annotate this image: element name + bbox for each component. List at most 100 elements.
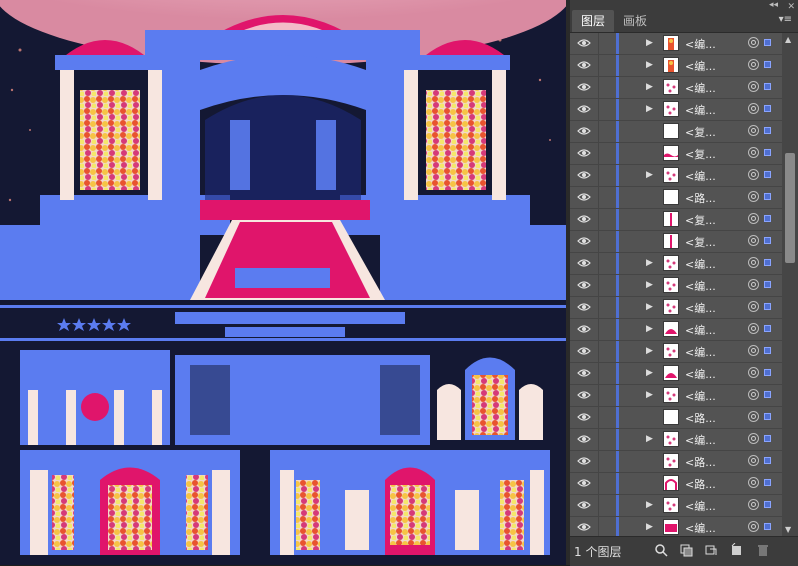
- expand-triangle-icon[interactable]: ▶: [646, 38, 653, 48]
- layer-row[interactable]: <复...: [570, 143, 782, 165]
- target-circle-icon[interactable]: [748, 345, 759, 356]
- close-panel-icon[interactable]: ✕: [787, 2, 795, 12]
- lock-column[interactable]: [598, 451, 599, 472]
- layer-name[interactable]: <编...: [685, 388, 716, 404]
- layer-name[interactable]: <复...: [685, 212, 716, 228]
- layer-name[interactable]: <路...: [685, 454, 716, 470]
- layer-row[interactable]: ▶ <编...: [570, 99, 782, 121]
- layer-row[interactable]: ▶ <编...: [570, 77, 782, 99]
- layer-name[interactable]: <编...: [685, 520, 716, 536]
- visibility-eye-icon[interactable]: [577, 37, 591, 49]
- layer-row[interactable]: <路...: [570, 407, 782, 429]
- layer-name[interactable]: <编...: [685, 168, 716, 184]
- visibility-eye-icon[interactable]: [577, 235, 591, 247]
- lock-column[interactable]: [598, 187, 599, 208]
- visibility-eye-icon[interactable]: [577, 213, 591, 225]
- expand-triangle-icon[interactable]: ▶: [646, 258, 653, 268]
- visibility-eye-icon[interactable]: [577, 389, 591, 401]
- selection-square-icon[interactable]: [764, 501, 771, 508]
- expand-triangle-icon[interactable]: ▶: [646, 434, 653, 444]
- layer-row[interactable]: ▶ <编...: [570, 495, 782, 517]
- target-circle-icon[interactable]: [748, 59, 759, 70]
- layer-name[interactable]: <编...: [685, 366, 716, 382]
- layer-name[interactable]: <编...: [685, 322, 716, 338]
- visibility-eye-icon[interactable]: [577, 367, 591, 379]
- lock-column[interactable]: [598, 77, 599, 98]
- lock-column[interactable]: [598, 275, 599, 296]
- target-circle-icon[interactable]: [748, 323, 759, 334]
- new-layer-icon[interactable]: [729, 543, 743, 557]
- target-circle-icon[interactable]: [748, 455, 759, 466]
- target-circle-icon[interactable]: [748, 235, 759, 246]
- lock-column[interactable]: [598, 341, 599, 362]
- layer-row[interactable]: ▶ <编...: [570, 275, 782, 297]
- expand-triangle-icon[interactable]: ▶: [646, 368, 653, 378]
- layer-name[interactable]: <复...: [685, 146, 716, 162]
- target-circle-icon[interactable]: [748, 191, 759, 202]
- layer-row[interactable]: ▶ <编...: [570, 517, 782, 536]
- layer-row[interactable]: ▶ <编...: [570, 253, 782, 275]
- expand-triangle-icon[interactable]: ▶: [646, 104, 653, 114]
- selection-square-icon[interactable]: [764, 391, 771, 398]
- lock-column[interactable]: [598, 33, 599, 54]
- lock-column[interactable]: [598, 473, 599, 494]
- layer-name[interactable]: <编...: [685, 36, 716, 52]
- visibility-eye-icon[interactable]: [577, 301, 591, 313]
- layer-name[interactable]: <编...: [685, 498, 716, 514]
- scroll-down-icon[interactable]: ▼: [785, 525, 791, 534]
- layer-name[interactable]: <编...: [685, 256, 716, 272]
- selection-square-icon[interactable]: [764, 149, 771, 156]
- layer-row[interactable]: <路...: [570, 473, 782, 495]
- make-clipping-mask-icon[interactable]: [679, 543, 693, 557]
- target-circle-icon[interactable]: [748, 103, 759, 114]
- delete-icon[interactable]: [756, 543, 770, 557]
- lock-column[interactable]: [598, 165, 599, 186]
- selection-square-icon[interactable]: [764, 237, 771, 244]
- layer-name[interactable]: <编...: [685, 102, 716, 118]
- visibility-eye-icon[interactable]: [577, 499, 591, 511]
- selection-square-icon[interactable]: [764, 435, 771, 442]
- selection-square-icon[interactable]: [764, 303, 771, 310]
- selection-square-icon[interactable]: [764, 39, 771, 46]
- selection-square-icon[interactable]: [764, 193, 771, 200]
- target-circle-icon[interactable]: [748, 477, 759, 488]
- expand-triangle-icon[interactable]: ▶: [646, 324, 653, 334]
- lock-column[interactable]: [598, 99, 599, 120]
- layer-name[interactable]: <复...: [685, 124, 716, 140]
- tab-artboards[interactable]: 画板: [614, 10, 656, 32]
- visibility-eye-icon[interactable]: [577, 81, 591, 93]
- layer-name[interactable]: <路...: [685, 476, 716, 492]
- visibility-eye-icon[interactable]: [577, 455, 591, 467]
- tab-layers[interactable]: 图层: [572, 10, 615, 32]
- layer-row[interactable]: ▶ <编...: [570, 165, 782, 187]
- visibility-eye-icon[interactable]: [577, 477, 591, 489]
- layer-name[interactable]: <路...: [685, 410, 716, 426]
- target-circle-icon[interactable]: [748, 147, 759, 158]
- target-circle-icon[interactable]: [748, 213, 759, 224]
- target-circle-icon[interactable]: [748, 521, 759, 532]
- layer-row[interactable]: <复...: [570, 231, 782, 253]
- selection-square-icon[interactable]: [764, 281, 771, 288]
- selection-square-icon[interactable]: [764, 369, 771, 376]
- create-sublayer-icon[interactable]: [704, 543, 718, 557]
- lock-column[interactable]: [598, 319, 599, 340]
- target-circle-icon[interactable]: [748, 257, 759, 268]
- collapse-panel-icon[interactable]: ◂◂: [769, 0, 778, 10]
- layer-row[interactable]: ▶ <编...: [570, 341, 782, 363]
- expand-triangle-icon[interactable]: ▶: [646, 82, 653, 92]
- target-circle-icon[interactable]: [748, 411, 759, 422]
- layer-row[interactable]: ▶ <编...: [570, 385, 782, 407]
- layer-name[interactable]: <编...: [685, 300, 716, 316]
- scroll-up-icon[interactable]: ▲: [785, 35, 791, 44]
- layer-row[interactable]: ▶ <编...: [570, 319, 782, 341]
- selection-square-icon[interactable]: [764, 523, 771, 530]
- lock-column[interactable]: [598, 517, 599, 536]
- target-circle-icon[interactable]: [748, 499, 759, 510]
- target-circle-icon[interactable]: [748, 81, 759, 92]
- layer-row[interactable]: ▶ <编...: [570, 33, 782, 55]
- selection-square-icon[interactable]: [764, 215, 771, 222]
- selection-square-icon[interactable]: [764, 413, 771, 420]
- lock-column[interactable]: [598, 253, 599, 274]
- visibility-eye-icon[interactable]: [577, 125, 591, 137]
- locate-object-icon[interactable]: [654, 543, 668, 557]
